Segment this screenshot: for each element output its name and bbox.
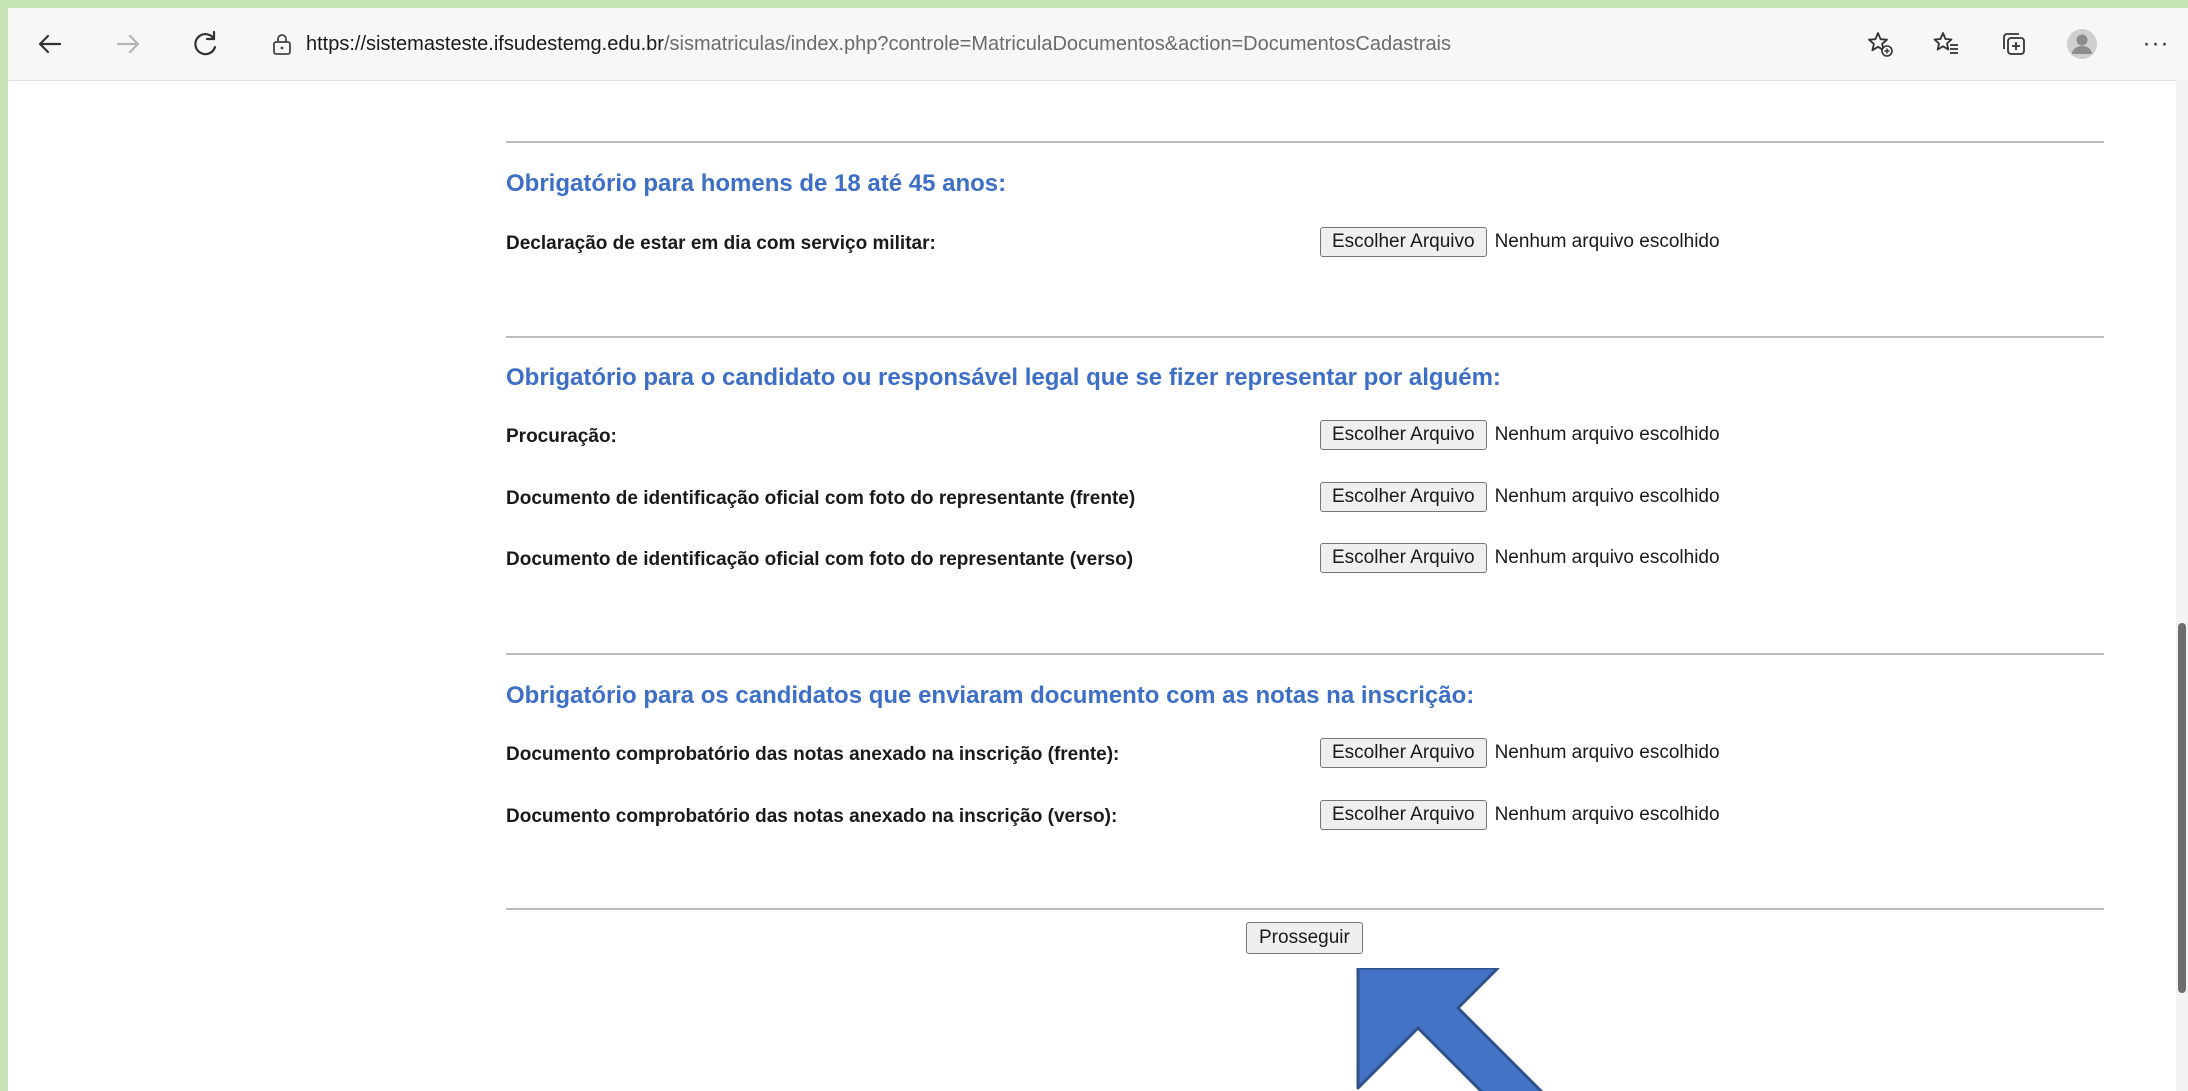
refresh-icon[interactable] xyxy=(186,24,226,64)
scrollbar-thumb[interactable] xyxy=(2178,623,2186,993)
section-divider xyxy=(506,141,2104,143)
section-title-grades: Obrigatório para os candidatos que envia… xyxy=(506,682,1475,709)
prosseguir-button[interactable]: Prosseguir xyxy=(1246,922,1363,954)
section-title-representative: Obrigatório para o candidato ou responsá… xyxy=(506,364,1501,391)
choose-file-button[interactable]: Escolher Arquivo xyxy=(1320,738,1487,768)
choose-file-button[interactable]: Escolher Arquivo xyxy=(1320,420,1487,450)
file-input-grades-back[interactable]: Escolher Arquivo Nenhum arquivo escolhid… xyxy=(1320,799,1720,831)
lock-icon[interactable] xyxy=(262,24,302,64)
file-input-military-declaration[interactable]: Escolher Arquivo Nenhum arquivo escolhid… xyxy=(1320,226,1720,258)
address-bar[interactable]: https://sistemasteste.ifsudestemg.edu.br… xyxy=(306,20,1451,68)
section-title-military: Obrigatório para homens de 18 até 45 ano… xyxy=(506,170,1007,197)
url-path: /sismatriculas/index.php?controle=Matric… xyxy=(663,33,1452,55)
browser-window: https://sistemasteste.ifsudestemg.edu.br… xyxy=(8,8,2188,1091)
file-input-representative-id-front[interactable]: Escolher Arquivo Nenhum arquivo escolhid… xyxy=(1320,481,1720,513)
file-status: Nenhum arquivo escolhido xyxy=(1494,486,1720,507)
collections-icon[interactable] xyxy=(1994,24,2034,64)
file-input-representative-id-back[interactable]: Escolher Arquivo Nenhum arquivo escolhid… xyxy=(1320,542,1720,574)
annotation-arrow-icon xyxy=(1356,968,1544,1091)
more-icon[interactable]: ··· xyxy=(2136,24,2176,64)
field-label-power-of-attorney: Procuração: xyxy=(506,426,617,447)
choose-file-button[interactable]: Escolher Arquivo xyxy=(1320,227,1487,257)
choose-file-button[interactable]: Escolher Arquivo xyxy=(1320,800,1487,830)
file-input-grades-front[interactable]: Escolher Arquivo Nenhum arquivo escolhid… xyxy=(1320,737,1720,769)
more-label: ··· xyxy=(2142,30,2170,57)
section-divider xyxy=(506,336,2104,338)
file-status: Nenhum arquivo escolhido xyxy=(1494,742,1720,763)
field-label-grades-back: Documento comprobatório das notas anexad… xyxy=(506,806,1118,827)
field-label-military-declaration: Declaração de estar em dia com serviço m… xyxy=(506,233,936,254)
file-status: Nenhum arquivo escolhido xyxy=(1494,547,1720,568)
field-label-representative-id-back: Documento de identificação oficial com f… xyxy=(506,549,1134,570)
file-input-power-of-attorney[interactable]: Escolher Arquivo Nenhum arquivo escolhid… xyxy=(1320,419,1720,451)
file-status: Nenhum arquivo escolhido xyxy=(1494,231,1720,252)
profile-icon[interactable] xyxy=(2062,24,2102,64)
favorite-add-icon[interactable] xyxy=(1860,24,1900,64)
browser-toolbar: https://sistemasteste.ifsudestemg.edu.br… xyxy=(8,8,2188,81)
url-host: https://sistemasteste.ifsudestemg.edu.br xyxy=(306,33,664,55)
file-status: Nenhum arquivo escolhido xyxy=(1494,424,1720,445)
choose-file-button[interactable]: Escolher Arquivo xyxy=(1320,482,1487,512)
section-divider xyxy=(506,908,2104,910)
back-arrow-icon[interactable] xyxy=(30,24,70,64)
file-status: Nenhum arquivo escolhido xyxy=(1494,804,1720,825)
forward-arrow-icon[interactable] xyxy=(108,24,148,64)
choose-file-button[interactable]: Escolher Arquivo xyxy=(1320,543,1487,573)
field-label-grades-front: Documento comprobatório das notas anexad… xyxy=(506,744,1120,765)
field-label-representative-id-front: Documento de identificação oficial com f… xyxy=(506,488,1136,509)
section-divider xyxy=(506,653,2104,655)
favorites-icon[interactable] xyxy=(1926,24,1966,64)
